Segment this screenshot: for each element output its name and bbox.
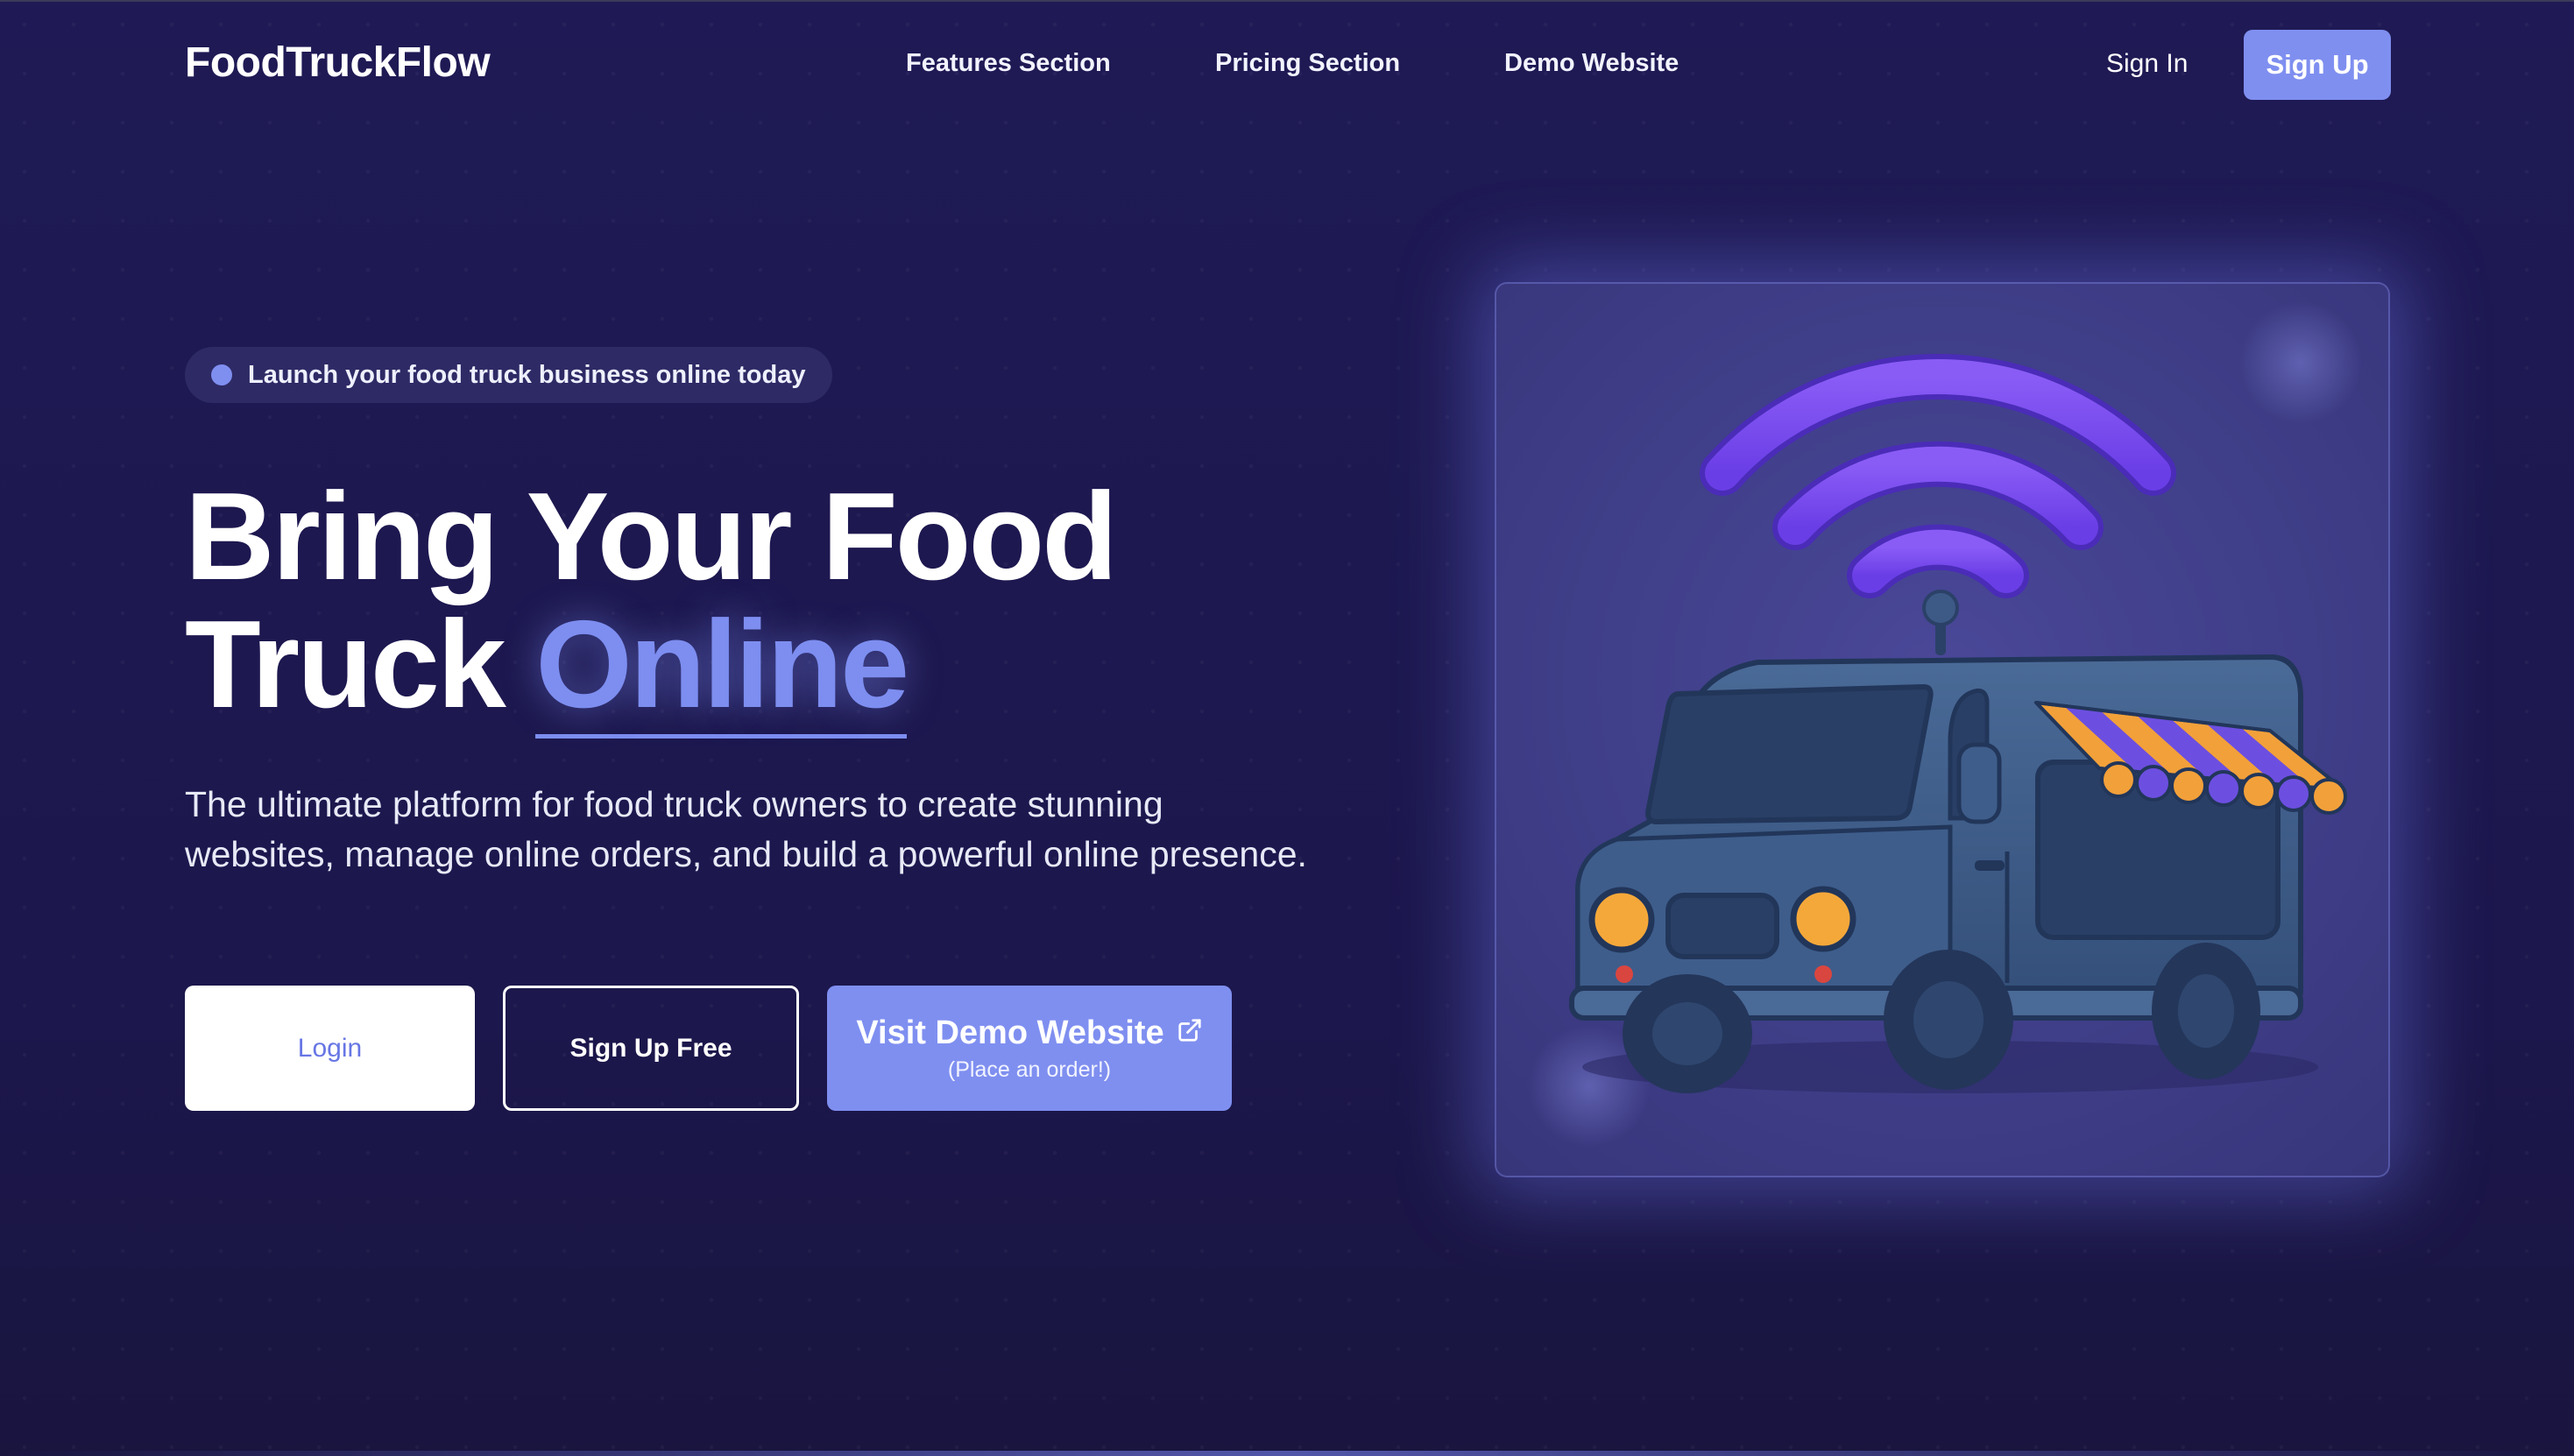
visit-demo-button[interactable]: Visit Demo Website (Place an order!) xyxy=(827,986,1232,1111)
sign-up-button[interactable]: Sign Up xyxy=(2244,30,2391,100)
visit-demo-sublabel: (Place an order!) xyxy=(947,1057,1112,1082)
visit-demo-label: Visit Demo Website xyxy=(856,1014,1164,1051)
sign-up-free-label: Sign Up Free xyxy=(569,1033,732,1063)
hero-title: Bring Your Food Truck Online xyxy=(185,473,1118,739)
brand-logo[interactable]: FoodTruckFlow xyxy=(185,39,491,87)
wifi-signal-icon xyxy=(1700,354,2176,598)
login-button-label: Login xyxy=(297,1033,363,1063)
hero-title-line2: Truck xyxy=(185,595,506,734)
nav-features-link[interactable]: Features Section xyxy=(906,49,1111,78)
food-truck-icon xyxy=(1528,301,2362,1148)
hero-description: The ultimate platform for food truck own… xyxy=(185,784,1307,874)
external-link-icon xyxy=(1177,1014,1203,1052)
hero-illustration xyxy=(1495,282,2390,1177)
nav-demo-link[interactable]: Demo Website xyxy=(1504,49,1679,78)
bottom-glow-line xyxy=(0,1451,2574,1456)
sign-in-link[interactable]: Sign In xyxy=(2106,49,2188,79)
status-dot-icon xyxy=(211,364,232,385)
hero-title-line1: Bring Your Food xyxy=(185,467,1118,606)
hero-title-accent: Online xyxy=(535,595,909,739)
announcement-badge: Launch your food truck business online t… xyxy=(185,347,833,403)
sign-up-free-button[interactable]: Sign Up Free xyxy=(503,986,799,1111)
top-border xyxy=(0,0,2574,2)
login-button[interactable]: Login xyxy=(185,986,475,1111)
badge-text: Launch your food truck business online t… xyxy=(248,360,806,389)
nav-pricing-link[interactable]: Pricing Section xyxy=(1215,49,1400,78)
